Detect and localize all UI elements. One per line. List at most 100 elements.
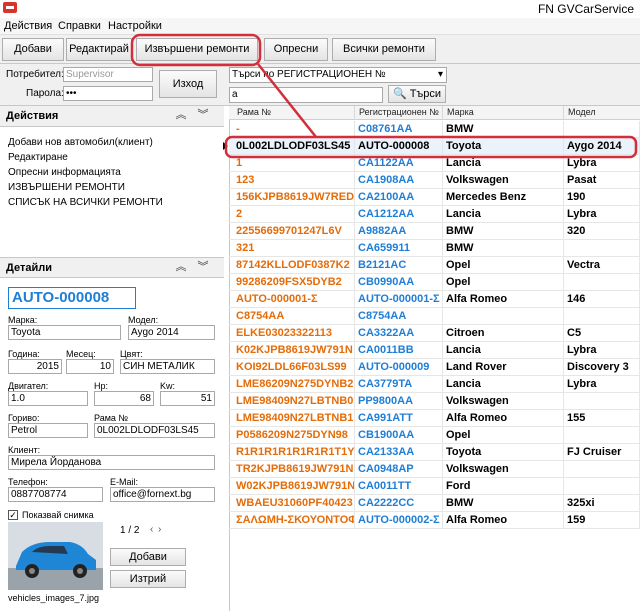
action-done-repairs[interactable]: ИЗВЪРШЕНИ РЕМОНТИ: [8, 182, 125, 193]
table-row[interactable]: 1 CA1122AA Lancia Lybra: [229, 155, 640, 172]
add-image-button[interactable]: Добави: [110, 548, 186, 566]
search-button-label: Търси: [409, 88, 442, 100]
table-row[interactable]: 321 CA659911 BMW: [229, 240, 640, 257]
table-row[interactable]: - C08761AA BMW: [229, 121, 640, 138]
collapse-up-icon[interactable]: ︽: [174, 109, 188, 123]
col-model[interactable]: Модел: [564, 106, 640, 120]
cell-model: [564, 240, 640, 257]
col-make[interactable]: Марка: [443, 106, 564, 120]
search-button[interactable]: 🔍 Търси: [388, 85, 446, 103]
action-edit[interactable]: Редактиране: [8, 152, 68, 163]
table-row[interactable]: W02KJPB8619JW791N CA0011TT Ford: [229, 478, 640, 495]
fuel-field[interactable]: Petrol: [8, 423, 88, 438]
fuel-label: Гориво:: [8, 413, 40, 423]
collapse-down-icon[interactable]: ︾: [196, 261, 210, 275]
cell-reg: CA659911: [355, 240, 443, 257]
year-field[interactable]: 2015: [8, 359, 62, 374]
actions-panel: Добави нов автомобил(клиент) Редактиране…: [0, 127, 224, 242]
cell-model: 159: [564, 512, 640, 529]
logout-button[interactable]: Изход: [159, 70, 217, 98]
all-repairs-button[interactable]: Всички ремонти: [332, 38, 436, 61]
cell-vin: 99286209FSX5DYB2: [233, 274, 355, 291]
image-next-icon[interactable]: ›: [158, 524, 161, 535]
reg-number-field[interactable]: AUTO-000008: [8, 287, 136, 309]
menu-actions[interactable]: Действия: [4, 20, 52, 32]
image-counter: 1 / 2: [120, 525, 140, 536]
cell-make: Opel: [443, 274, 564, 291]
cell-vin: C8754AA: [233, 308, 355, 325]
table-row[interactable]: LME98409N27LBTNB0 PP9800AA Volkswagen: [229, 393, 640, 410]
delete-image-button[interactable]: Изтрий: [110, 570, 186, 588]
login-bar: Потребител: Supervisor Парола: ••• Изход…: [0, 64, 640, 106]
table-row[interactable]: LME86209N275DYNB2 CA3779TA Lancia Lybra: [229, 376, 640, 393]
hp-field[interactable]: 68: [94, 391, 154, 406]
cell-model: Lybra: [564, 155, 640, 172]
phone-field[interactable]: 0887708774: [8, 487, 103, 502]
table-row[interactable]: ΣΑΛΩΜΗ-ΣΚΟΥΟΝΤΟΦ AUTO-000002-Σ Alfa Romeo 1…: [229, 512, 640, 529]
cell-make: BMW: [443, 240, 564, 257]
details-header: Детайли ︽ ︾: [0, 257, 224, 278]
user-input[interactable]: Supervisor: [63, 67, 153, 82]
color-field[interactable]: СИН МЕТАЛИК: [120, 359, 215, 374]
cell-vin: 156KJPB8619JW7RED: [233, 189, 355, 206]
make-label: Марка:: [8, 315, 38, 325]
table-row[interactable]: P0586209N275DYN98 CB1900AA Opel: [229, 427, 640, 444]
model-field[interactable]: Aygo 2014: [128, 325, 215, 340]
col-reg[interactable]: Регистрационен №: [355, 106, 443, 120]
collapse-up-icon[interactable]: ︽: [174, 261, 188, 275]
image-prev-icon[interactable]: ‹: [150, 524, 153, 535]
add-button[interactable]: Добави: [2, 38, 64, 61]
search-input[interactable]: a: [229, 87, 383, 103]
action-all-repairs[interactable]: СПИСЪК НА ВСИЧКИ РЕМОНТИ: [8, 197, 163, 208]
cell-vin: 87142KLLODF0387K2: [233, 257, 355, 274]
collapse-down-icon[interactable]: ︾: [196, 109, 210, 123]
table-row[interactable]: R1R1R1R1R1R1R1T1Y CA2133AA Toyota FJ Cruise…: [229, 444, 640, 461]
refresh-button[interactable]: Опресни: [264, 38, 328, 61]
cell-model: C5: [564, 325, 640, 342]
show-image-checkbox[interactable]: ✓: [8, 510, 18, 520]
table-row[interactable]: ELKE03023322113 CA3322AA Citroen C5: [229, 325, 640, 342]
make-field[interactable]: Toyota: [8, 325, 121, 340]
email-field[interactable]: office@fornext.bg: [110, 487, 215, 502]
edit-button[interactable]: Редактирай: [66, 38, 132, 61]
cell-model: [564, 274, 640, 291]
menu-reports[interactable]: Справки: [58, 20, 101, 32]
table-row[interactable]: 22556699701247L6V A9882AA BMW 320: [229, 223, 640, 240]
actions-title: Действия: [6, 110, 59, 122]
table-row[interactable]: KOI92LDL66F03LS99 AUTO-000009 Land Rover Di…: [229, 359, 640, 376]
month-field[interactable]: 10: [66, 359, 114, 374]
table-row[interactable]: TR2KJPB8619JW791N CA0948AP Volkswagen: [229, 461, 640, 478]
table-row[interactable]: 99286209FSX5DYB2 CB0990AA Opel: [229, 274, 640, 291]
table-row[interactable]: C8754AA C8754AA: [229, 308, 640, 325]
table-row[interactable]: LME98409N27LBTNB1 CA991ATT Alfa Romeo 155: [229, 410, 640, 427]
cell-reg: CA1212AA: [355, 206, 443, 223]
cell-model: 155: [564, 410, 640, 427]
cell-vin: LME98409N27LBTNB0: [233, 393, 355, 410]
search-mode-select[interactable]: Търси по РЕГИСТРАЦИОНЕН № ▾: [229, 67, 447, 83]
table-row[interactable]: 87142KLLODF0387K2 B2121AC Opel Vectra: [229, 257, 640, 274]
table-row[interactable]: 123 CA1908AA Volkswagen Pasat: [229, 172, 640, 189]
vin-field[interactable]: 0L002LDLODF03LS45: [94, 423, 215, 438]
engine-field[interactable]: 1.0: [8, 391, 88, 406]
show-image-label: Показвай снимка: [22, 510, 94, 520]
table-row[interactable]: 0L002LDLODF03LS45 AUTO-000008 Toyota Aygo 2…: [223, 138, 640, 155]
table-row[interactable]: 2 CA1212AA Lancia Lybra: [229, 206, 640, 223]
client-field[interactable]: Мирела Йорданова: [8, 455, 215, 470]
cell-make: Ford: [443, 478, 564, 495]
cell-model: 146: [564, 291, 640, 308]
cell-reg: CA2133AA: [355, 444, 443, 461]
password-input[interactable]: •••: [63, 86, 153, 101]
table-row[interactable]: K02KJPB8619JW791N CA0011BB Lancia Lybra: [229, 342, 640, 359]
table-row[interactable]: WBAEU31060PF40423 CA2222CC BMW 325xi: [229, 495, 640, 512]
action-add-car[interactable]: Добави нов автомобил(клиент): [8, 137, 153, 148]
col-vin[interactable]: Рама №: [233, 106, 355, 120]
kw-field[interactable]: 51: [160, 391, 215, 406]
cell-reg: CA3322AA: [355, 325, 443, 342]
cell-make: Land Rover: [443, 359, 564, 376]
table-row[interactable]: AUTO-000001-Σ AUTO-000001-Σ Alfa Romeo 146: [229, 291, 640, 308]
hp-label: Hp:: [94, 381, 109, 391]
table-row[interactable]: 156KJPB8619JW7RED CA2100AA Mercedes Benz 19…: [229, 189, 640, 206]
action-refresh[interactable]: Опресни информацията: [8, 167, 121, 178]
done-repairs-button[interactable]: Извършени ремонти: [136, 38, 258, 61]
menu-settings[interactable]: Настройки: [108, 20, 162, 32]
